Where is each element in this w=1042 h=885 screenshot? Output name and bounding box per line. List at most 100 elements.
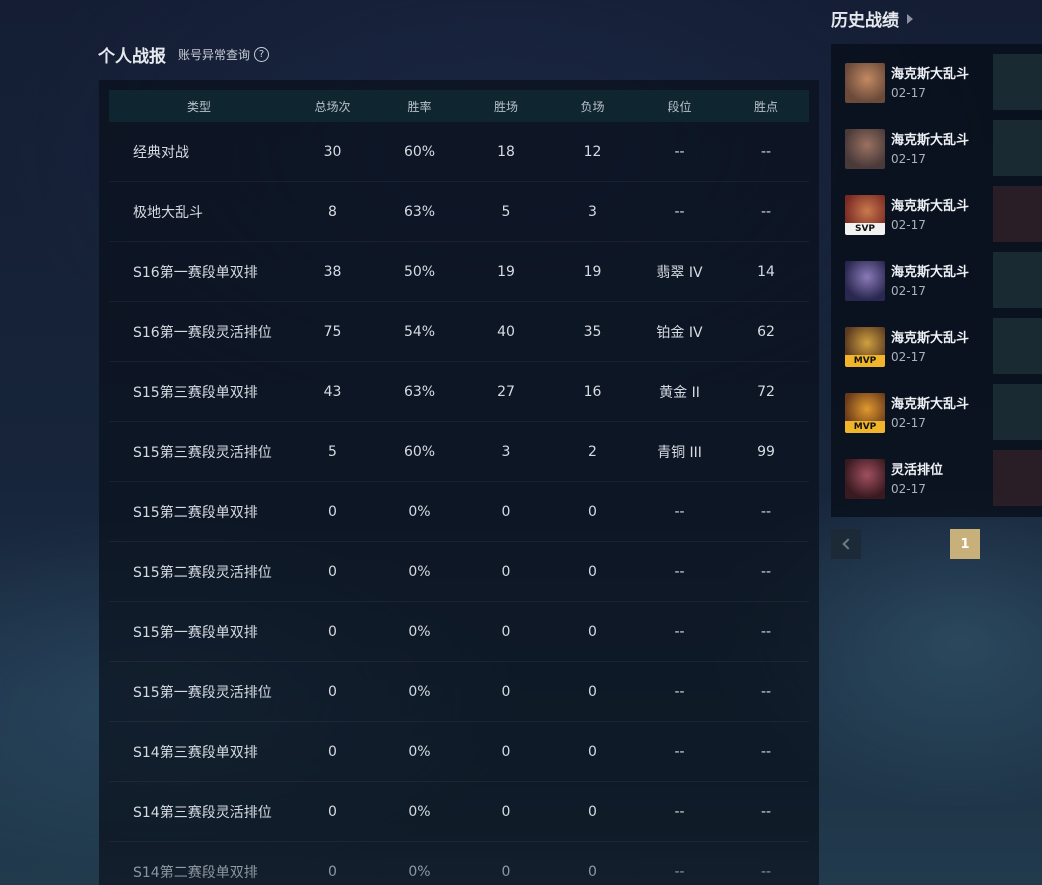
match-result-strip (993, 120, 1042, 176)
match-date: 02-17 (891, 482, 926, 496)
cell-win-rate: 60% (403, 143, 436, 160)
column-header-type: 类型 (186, 99, 211, 114)
help-icon[interactable]: ? (254, 47, 270, 62)
column-header-wins: 胜场 (493, 99, 518, 114)
cell-type: S15第三赛段灵活排位 (133, 444, 272, 461)
cell-total-games: 0 (328, 563, 337, 580)
match-date: 02-17 (891, 218, 926, 232)
match-history-title-link[interactable]: 历史战绩 (831, 6, 913, 31)
page-title: 个人战报 (98, 47, 166, 67)
cell-league-points: -- (760, 203, 772, 220)
cell-type: S16第一赛段单双排 (133, 264, 258, 281)
cell-rank: -- (674, 683, 685, 700)
champion-portrait (845, 129, 885, 169)
cell-losses: 0 (588, 743, 597, 760)
cell-league-points: -- (760, 743, 772, 760)
table-row: S15第一赛段灵活排位 0 0% 0 0 -- -- (109, 662, 809, 722)
match-result-strip (993, 450, 1042, 506)
table-row: S15第三赛段单双排 43 63% 27 16 黄金 II 72 (109, 362, 809, 422)
cell-losses: 19 (583, 263, 602, 280)
cell-league-points: -- (760, 503, 772, 520)
stats-table: 类型 总场次 胜率 胜场 负场 段位 胜点 经典对战 30 60% 18 12 -- -- 极… (99, 80, 819, 885)
cell-type: S14第三赛段单双排 (133, 744, 258, 761)
match-mode: 海克斯大乱斗 (891, 331, 970, 346)
cell-total-games: 30 (323, 143, 342, 160)
cell-rank: 铂金 IV (656, 324, 703, 341)
match-history-item[interactable]: 海克斯大乱斗 02-17 (831, 120, 1042, 176)
table-row: 极地大乱斗 8 63% 5 3 -- -- (109, 182, 809, 242)
cell-wins: 0 (501, 743, 511, 760)
table-row: S14第三赛段单双排 0 0% 0 0 -- -- (109, 722, 809, 782)
cell-losses: 35 (583, 323, 602, 340)
cell-type: S14第二赛段单双排 (133, 864, 258, 881)
column-header-win-rate: 胜率 (407, 99, 432, 114)
cell-league-points: -- (760, 563, 772, 580)
table-row: S14第二赛段单双排 0 0% 0 0 -- -- (109, 842, 809, 885)
table-row: S15第一赛段单双排 0 0% 0 0 -- -- (109, 602, 809, 662)
table-row: S15第三赛段灵活排位 5 60% 3 2 青铜 III 99 (109, 422, 809, 482)
cell-losses: 0 (588, 683, 597, 700)
cell-type: 经典对战 (133, 144, 189, 161)
page-number-button[interactable]: 1 (950, 529, 980, 559)
cell-total-games: 0 (328, 803, 337, 820)
match-date: 02-17 (891, 152, 926, 166)
cell-type: S15第一赛段灵活排位 (133, 684, 272, 701)
table-row: S14第三赛段灵活排位 0 0% 0 0 -- -- (109, 782, 809, 842)
champion-avatar (845, 459, 885, 499)
match-date: 02-17 (891, 284, 926, 298)
match-date: 02-17 (891, 86, 926, 100)
match-history-item[interactable]: MVP 海克斯大乱斗 02-17 (831, 384, 1042, 440)
cell-win-rate: 63% (403, 383, 436, 400)
cell-rank: -- (674, 863, 685, 880)
cell-type: S15第二赛段灵活排位 (133, 564, 272, 581)
cell-win-rate: 50% (403, 263, 436, 280)
cell-total-games: 0 (328, 743, 337, 760)
match-history-item[interactable]: 灵活排位 02-17 (831, 450, 1042, 506)
cell-type: S15第三赛段单双排 (133, 384, 258, 401)
cell-total-games: 0 (328, 623, 337, 640)
champion-avatar (845, 261, 885, 301)
match-history-item[interactable]: 海克斯大乱斗 02-17 (831, 252, 1042, 308)
champion-avatar: MVP (845, 393, 885, 433)
cell-total-games: 43 (323, 383, 342, 400)
cell-losses: 2 (588, 443, 597, 460)
match-history-item[interactable]: SVP 海克斯大乱斗 02-17 (831, 186, 1042, 242)
cell-losses: 0 (588, 863, 597, 880)
column-header-league-points: 胜点 (753, 99, 778, 114)
match-result-strip (993, 384, 1042, 440)
cell-type: S14第三赛段灵活排位 (133, 804, 272, 821)
cell-total-games: 0 (328, 863, 337, 880)
cell-total-games: 5 (328, 443, 337, 460)
champion-avatar (845, 63, 885, 103)
cell-wins: 0 (501, 683, 511, 700)
cell-win-rate: 0% (408, 683, 431, 700)
cell-losses: 0 (588, 563, 597, 580)
match-result-strip (993, 252, 1042, 308)
cell-total-games: 38 (323, 263, 342, 280)
account-anomaly-query-link[interactable]: 账号异常查询 ? (178, 46, 270, 63)
cell-win-rate: 0% (408, 803, 431, 820)
cell-win-rate: 63% (403, 203, 436, 220)
svp-badge: SVP (845, 223, 885, 235)
cell-wins: 40 (497, 323, 515, 340)
match-history-item[interactable]: 海克斯大乱斗 02-17 (831, 54, 1042, 110)
cell-losses: 0 (588, 803, 597, 820)
caret-right-icon (907, 13, 913, 24)
chevron-left-icon (841, 538, 854, 550)
cell-total-games: 8 (328, 203, 337, 220)
match-result-strip (993, 318, 1042, 374)
cell-league-points: -- (760, 863, 772, 880)
table-row: S16第一赛段单双排 38 50% 19 19 翡翠 IV 14 (109, 242, 809, 302)
table-row: S15第二赛段单双排 0 0% 0 0 -- -- (109, 482, 809, 542)
previous-page-button[interactable] (831, 529, 861, 559)
column-header-total-games: 总场次 (314, 99, 351, 114)
cell-losses: 16 (583, 383, 602, 400)
champion-avatar (845, 129, 885, 169)
cell-league-points: -- (760, 683, 772, 700)
cell-rank: -- (674, 623, 685, 640)
match-mode: 海克斯大乱斗 (891, 397, 970, 412)
cell-win-rate: 0% (408, 563, 431, 580)
match-history-item[interactable]: MVP 海克斯大乱斗 02-17 (831, 318, 1042, 374)
cell-total-games: 0 (328, 503, 337, 520)
cell-wins: 0 (501, 863, 511, 880)
